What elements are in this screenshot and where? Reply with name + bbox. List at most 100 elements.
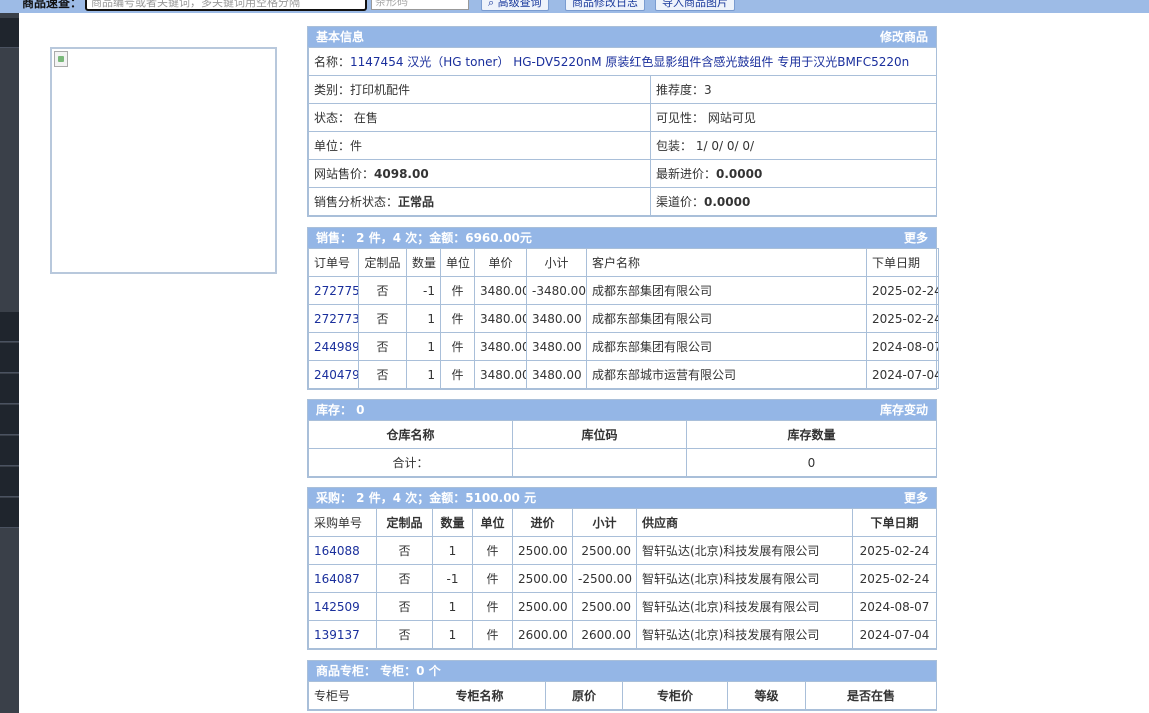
category-label: 类别： xyxy=(314,83,351,97)
panel-header: 库存： 0 库存变动 xyxy=(308,400,936,420)
name-label: 名称： xyxy=(314,55,351,69)
sidebar-item[interactable] xyxy=(0,498,19,528)
subtotal-cell: -2500.00 xyxy=(572,564,637,593)
search-icon: ⌕ xyxy=(488,0,498,9)
cost-cell: 2500.00 xyxy=(512,564,573,593)
col-header: 下单日期 xyxy=(866,248,939,277)
basic-info-table: 名称：1147454 汉光（HG toner） HG-DV5220nM 原装红色… xyxy=(307,47,938,216)
subtotal-cell: 2500.00 xyxy=(572,592,637,621)
customer-cell: 成都东部城市运营有限公司 xyxy=(586,360,867,389)
unit-cell: 件 xyxy=(472,620,513,649)
channel-price-label: 渠道价： xyxy=(656,195,705,209)
sidebar-item[interactable] xyxy=(0,18,19,48)
sidebar-item[interactable] xyxy=(0,436,19,466)
subtotal-cell: -3480.00 xyxy=(526,276,587,305)
sidebar-item[interactable] xyxy=(0,405,19,435)
custom-cell: 否 xyxy=(376,564,433,593)
order-link[interactable]: 240479 xyxy=(308,360,359,389)
panel-header: 基本信息 修改商品 xyxy=(308,27,936,47)
customer-cell: 成都东部集团有限公司 xyxy=(586,304,867,333)
qty-cell: -1 xyxy=(432,564,473,593)
barcode-input[interactable]: 条形码 xyxy=(371,0,469,10)
sales-status-cell: 销售分析状态：正常品 xyxy=(308,187,651,216)
col-header: 数量 xyxy=(432,508,473,537)
subtotal-cell: 2500.00 xyxy=(572,536,637,565)
col-header: 是否在售 xyxy=(805,681,937,710)
unit-cell: 件 xyxy=(440,360,475,389)
purchase-table: 采购单号 定制品 数量 单位 进价 小计 供应商 下单日期 164088 否 1… xyxy=(308,508,937,649)
col-header: 定制品 xyxy=(376,508,433,537)
panel-title: 库存： 0 xyxy=(316,403,365,417)
sidebar-item[interactable] xyxy=(0,374,19,404)
price-cell: 3480.00 xyxy=(474,304,527,333)
visibility-value: 网站可见 xyxy=(707,111,756,125)
sidebar-item[interactable] xyxy=(0,312,19,342)
status-value: 在售 xyxy=(353,111,378,125)
advanced-search-button[interactable]: ⌕ 高级查询 xyxy=(481,0,549,11)
latest-cost-value: 0.0000 xyxy=(716,167,763,181)
sales-status-value: 正常品 xyxy=(398,195,435,209)
purchase-order-link[interactable]: 142509 xyxy=(308,592,377,621)
unit-cell: 件 xyxy=(440,276,475,305)
order-link[interactable]: 272775 xyxy=(308,276,359,305)
col-header: 专柜价 xyxy=(622,681,728,710)
customer-cell: 成都东部集团有限公司 xyxy=(586,276,867,305)
col-header: 定制品 xyxy=(358,248,407,277)
left-sidebar xyxy=(0,0,19,713)
recommend-cell: 推荐度：3 xyxy=(649,75,938,104)
col-header: 单价 xyxy=(474,248,527,277)
custom-cell: 否 xyxy=(358,360,407,389)
purchase-order-link[interactable]: 139137 xyxy=(308,620,377,649)
status-cell: 状态： 在售 xyxy=(308,103,651,132)
import-images-button[interactable]: 导入商品图片 xyxy=(655,0,735,11)
col-header: 专柜名称 xyxy=(413,681,546,710)
custom-cell: 否 xyxy=(376,620,433,649)
supplier-cell: 智轩弘达(北京)科技发展有限公司 xyxy=(636,536,853,565)
stock-change-link[interactable]: 库存变动 xyxy=(880,400,928,420)
date-cell: 2025-02-24 xyxy=(852,536,937,565)
sales-more-link[interactable]: 更多 xyxy=(904,228,928,248)
date-cell: 2024-07-04 xyxy=(866,360,939,389)
table-row: 142509 否 1 件 2500.00 2500.00 智轩弘达(北京)科技发… xyxy=(308,592,937,621)
panel-title: 销售： 2 件，4 次；金额：6960.00元 xyxy=(316,231,532,245)
package-label: 包装： xyxy=(656,139,693,153)
product-search-input[interactable]: 商品编号或者关键词，多关键词用空格分隔 xyxy=(85,0,367,11)
product-name-cell: 名称：1147454 汉光（HG toner） HG-DV5220nM 原装红色… xyxy=(307,47,938,76)
unit-cell: 件 xyxy=(440,332,475,361)
col-header: 采购单号 xyxy=(308,508,377,537)
counter-table: 专柜号 专柜名称 原价 专柜价 等级 是否在售 xyxy=(308,681,937,710)
table-row: 240479 否 1 件 3480.00 3480.00 成都东部城市运营有限公… xyxy=(308,360,939,389)
latest-cost-label: 最新进价： xyxy=(656,167,717,181)
custom-cell: 否 xyxy=(358,276,407,305)
table-row: 合计： 0 xyxy=(308,448,937,477)
order-link[interactable]: 272773 xyxy=(308,304,359,333)
date-cell: 2024-08-07 xyxy=(866,332,939,361)
product-name[interactable]: 1147454 汉光（HG toner） HG-DV5220nM 原装红色显影组… xyxy=(350,55,909,69)
panel-title: 采购： 2 件，4 次；金额：5100.00 元 xyxy=(316,491,537,505)
empty-cell xyxy=(512,448,687,477)
edit-product-link[interactable]: 修改商品 xyxy=(880,27,928,47)
col-header: 数量 xyxy=(406,248,441,277)
sales-table: 订单号 定制品 数量 单位 单价 小计 客户名称 下单日期 272775 否 -… xyxy=(308,248,939,389)
unit-label: 单位： xyxy=(314,139,351,153)
sidebar-item[interactable] xyxy=(0,467,19,497)
qty-cell: 1 xyxy=(406,360,441,389)
supplier-cell: 智轩弘达(北京)科技发展有限公司 xyxy=(636,620,853,649)
unit-cell: 件 xyxy=(472,592,513,621)
order-link[interactable]: 244989 xyxy=(308,332,359,361)
product-log-button[interactable]: 商品修改日志 xyxy=(565,0,645,11)
sidebar-item[interactable] xyxy=(0,343,19,373)
purchase-order-link[interactable]: 164087 xyxy=(308,564,377,593)
unit-cell: 件 xyxy=(440,304,475,333)
panel-header: 销售： 2 件，4 次；金额：6960.00元 更多 xyxy=(308,228,936,248)
custom-cell: 否 xyxy=(358,332,407,361)
col-header: 小计 xyxy=(572,508,637,537)
stock-table: 仓库名称 库位码 库存数量 合计： 0 xyxy=(308,420,937,477)
purchase-more-link[interactable]: 更多 xyxy=(904,488,928,508)
col-header: 进价 xyxy=(512,508,573,537)
purchase-order-link[interactable]: 164088 xyxy=(308,536,377,565)
unit-cell: 件 xyxy=(472,564,513,593)
col-header: 下单日期 xyxy=(852,508,937,537)
package-value: 1/ 0/ 0/ 0/ xyxy=(695,139,754,153)
price-label: 网站售价： xyxy=(314,167,375,181)
